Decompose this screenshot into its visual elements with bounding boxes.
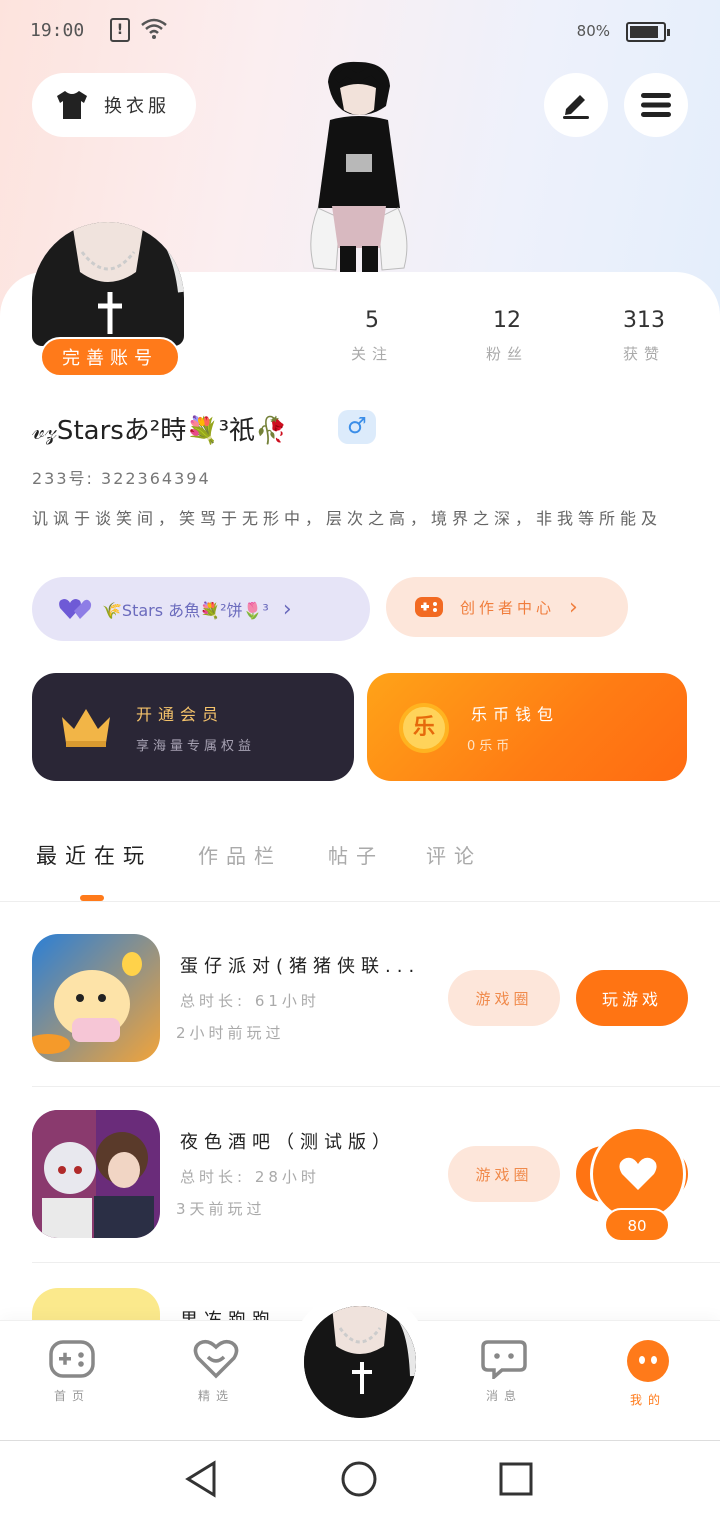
double-heart-icon: [59, 599, 92, 619]
game-circle-button[interactable]: 游戏圈: [448, 970, 560, 1026]
wallet-balance: 0乐币: [467, 739, 514, 754]
vip-title: 开通会员: [136, 705, 225, 724]
stat-fans-label: 粉丝: [485, 345, 528, 363]
user-id[interactable]: 233号: 322364394: [32, 465, 211, 489]
pencil-icon: [563, 95, 589, 119]
complete-account-button[interactable]: 完善账号: [40, 337, 180, 377]
guild-label: 🌾Stars あ魚💐²饼🌷³: [102, 601, 269, 620]
list-divider: [32, 1262, 720, 1263]
system-nav-bar: [0, 1440, 720, 1520]
wallet-card[interactable]: 乐 乐币钱包 0乐币: [367, 673, 687, 781]
battery-percent: 80%: [576, 22, 610, 40]
nickname: 𝓋𝓏Starsあ²時💐³祇🥀: [32, 416, 288, 446]
stat-fans-value: 12: [493, 308, 521, 333]
game-title: 蛋仔派对(猪猪侠联...: [180, 956, 421, 977]
stat-likes[interactable]: 313 获赞: [584, 308, 704, 364]
avatar-figure-image[interactable]: [300, 58, 416, 274]
stat-following-label: 关注: [350, 345, 393, 363]
heart-icon: [619, 1157, 657, 1190]
play-game-button[interactable]: 玩游戏: [576, 970, 688, 1026]
nav-avatar-button[interactable]: [304, 1306, 416, 1418]
edit-button[interactable]: [544, 73, 608, 137]
status-bar: 19:00 ! 80%: [30, 14, 680, 50]
home-icon[interactable]: [339, 1459, 379, 1499]
gamepad-icon: [49, 1340, 95, 1378]
chevron-right-icon: ›: [569, 594, 582, 620]
game-last-played: 2小时前玩过: [176, 1024, 285, 1042]
tab-posts[interactable]: 帖子: [328, 840, 384, 869]
game-last-played: 3天前玩过: [176, 1200, 266, 1218]
game-icon: [32, 934, 160, 1062]
game-icon: [32, 1288, 160, 1320]
list-divider: [32, 1086, 720, 1087]
game-title: 夜色酒吧（测试版）: [180, 1132, 396, 1153]
heart-smile-icon: [193, 1339, 239, 1379]
stat-following[interactable]: 5 关注: [312, 308, 432, 364]
nav-featured-label: 精选: [197, 1389, 234, 1403]
change-outfit-button[interactable]: 换衣服: [32, 73, 196, 137]
gamepad-icon: [415, 597, 443, 617]
wifi-icon: [141, 18, 167, 39]
game-icon: [32, 1110, 160, 1238]
tab-recently-played[interactable]: 最近在玩: [36, 840, 152, 870]
menu-button[interactable]: [624, 73, 688, 137]
recents-icon[interactable]: [496, 1459, 536, 1499]
nav-me[interactable]: 我的: [598, 1339, 698, 1408]
face-icon: [627, 1340, 669, 1382]
creator-center-button[interactable]: 创作者中心 ›: [386, 577, 628, 637]
status-time: 19:00: [30, 20, 85, 41]
tab-comments[interactable]: 评论: [426, 840, 482, 869]
creator-center-label: 创作者中心: [460, 598, 556, 617]
tab-works[interactable]: 作品栏: [198, 840, 282, 869]
wallet-title: 乐币钱包: [471, 705, 560, 724]
stat-likes-value: 313: [623, 308, 665, 333]
stat-likes-label: 获赞: [622, 345, 665, 363]
nav-me-label: 我的: [629, 1393, 666, 1407]
game-duration: 总时长: 61小时: [180, 992, 320, 1010]
like-count-badge: 80: [604, 1208, 670, 1242]
guild-pill[interactable]: 🌾Stars あ魚💐²饼🌷³ ›: [32, 577, 370, 641]
male-gender-icon: ♂: [338, 410, 376, 444]
chevron-right-icon: ›: [282, 596, 292, 622]
nav-home-label: 首页: [53, 1389, 90, 1403]
game-circle-button[interactable]: 游戏圈: [448, 1146, 560, 1202]
menu-icon: [641, 93, 671, 117]
alert-icon: !: [110, 18, 130, 42]
nav-messages-label: 消息: [485, 1389, 522, 1403]
list-item[interactable]: 蛋仔派对(猪猪侠联... 总时长: 61小时 2小时前玩过 游戏圈 玩游戏: [0, 934, 720, 1110]
nav-home[interactable]: 首页: [22, 1339, 122, 1404]
coin-icon: 乐: [399, 703, 449, 753]
crown-icon: [62, 709, 110, 747]
nav-messages[interactable]: 消息: [454, 1339, 554, 1404]
avatar-image: [304, 1306, 416, 1418]
nav-featured[interactable]: 精选: [166, 1339, 266, 1404]
stat-fans[interactable]: 12 粉丝: [447, 308, 567, 364]
battery-icon: [626, 22, 670, 42]
chat-bubble-icon: [481, 1340, 527, 1381]
bio-text: 讥讽于谈笑间，笑骂于无形中，层次之高，境界之深，非我等所能及: [32, 509, 663, 528]
back-icon[interactable]: [182, 1459, 222, 1499]
vip-subtitle: 享海量专属权益: [136, 739, 256, 754]
content-tabs: 最近在玩 作品栏 帖子 评论: [36, 840, 696, 900]
stats-row: 5 关注 12 粉丝 313 获赞: [300, 308, 700, 378]
stat-following-value: 5: [365, 308, 379, 333]
vip-card[interactable]: 开通会员 享海量专属权益: [32, 673, 354, 781]
tshirt-icon: [57, 91, 87, 119]
change-outfit-label: 换衣服: [104, 96, 170, 117]
game-duration: 总时长: 28小时: [180, 1168, 320, 1186]
tabs-divider: [0, 901, 720, 902]
